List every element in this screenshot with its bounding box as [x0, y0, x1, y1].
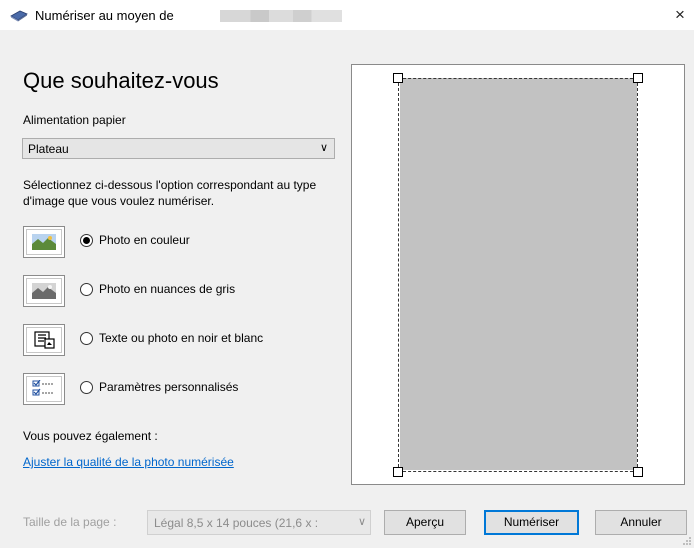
resize-grip-icon[interactable]	[682, 536, 692, 546]
paper-source-value: Plateau	[28, 142, 69, 156]
text-bw-icon[interactable]	[23, 324, 65, 356]
custom-settings-label[interactable]: Paramètres personnalisés	[99, 380, 238, 394]
adjust-quality-link[interactable]: Ajuster la qualité de la photo numérisée	[23, 455, 234, 469]
redacted-device-name	[220, 10, 342, 22]
also-text: Vous pouvez également :	[23, 429, 158, 443]
grayscale-photo-radio[interactable]	[80, 283, 93, 296]
scanner-icon	[10, 10, 28, 22]
chevron-down-icon: ∨	[319, 142, 328, 154]
crop-handle-bottom-right[interactable]	[633, 467, 643, 477]
close-icon: ×	[675, 5, 685, 24]
grayscale-photo-icon[interactable]	[23, 275, 65, 307]
cancel-button[interactable]: Annuler	[595, 510, 687, 535]
color-photo-label[interactable]: Photo en couleur	[99, 233, 190, 247]
page-size-select: Légal 8,5 x 14 pouces (21,6 x : ∨	[147, 510, 371, 535]
chevron-down-icon: ∨	[354, 515, 366, 528]
page-size-value: Légal 8,5 x 14 pouces (21,6 x :	[154, 516, 319, 530]
instructions-text: Sélectionnez ci-dessous l'option corresp…	[23, 178, 317, 208]
custom-settings-icon[interactable]	[23, 373, 65, 405]
text-bw-label[interactable]: Texte ou photo en noir et blanc	[99, 331, 263, 345]
crop-handle-top-left[interactable]	[393, 73, 403, 83]
page-title: Que souhaitez-vous	[23, 68, 219, 93]
grayscale-photo-label[interactable]: Photo en nuances de gris	[99, 282, 235, 296]
scan-button[interactable]: Numériser	[484, 510, 579, 535]
text-bw-radio[interactable]	[80, 332, 93, 345]
custom-settings-radio[interactable]	[80, 381, 93, 394]
close-button[interactable]: ×	[668, 3, 692, 27]
color-photo-radio[interactable]	[80, 234, 93, 247]
window-title: Numériser au moyen de	[35, 8, 174, 23]
paper-source-label: Alimentation papier	[23, 113, 126, 127]
crop-handle-bottom-left[interactable]	[393, 467, 403, 477]
paper-source-select[interactable]: Plateau ∨	[22, 138, 335, 159]
crop-handle-top-right[interactable]	[633, 73, 643, 83]
title-bar: Numériser au moyen de ×	[0, 0, 694, 30]
crop-selection[interactable]	[398, 78, 638, 472]
page-size-label: Taille de la page :	[23, 515, 117, 529]
color-photo-icon[interactable]	[23, 226, 65, 258]
preview-button[interactable]: Aperçu	[384, 510, 466, 535]
